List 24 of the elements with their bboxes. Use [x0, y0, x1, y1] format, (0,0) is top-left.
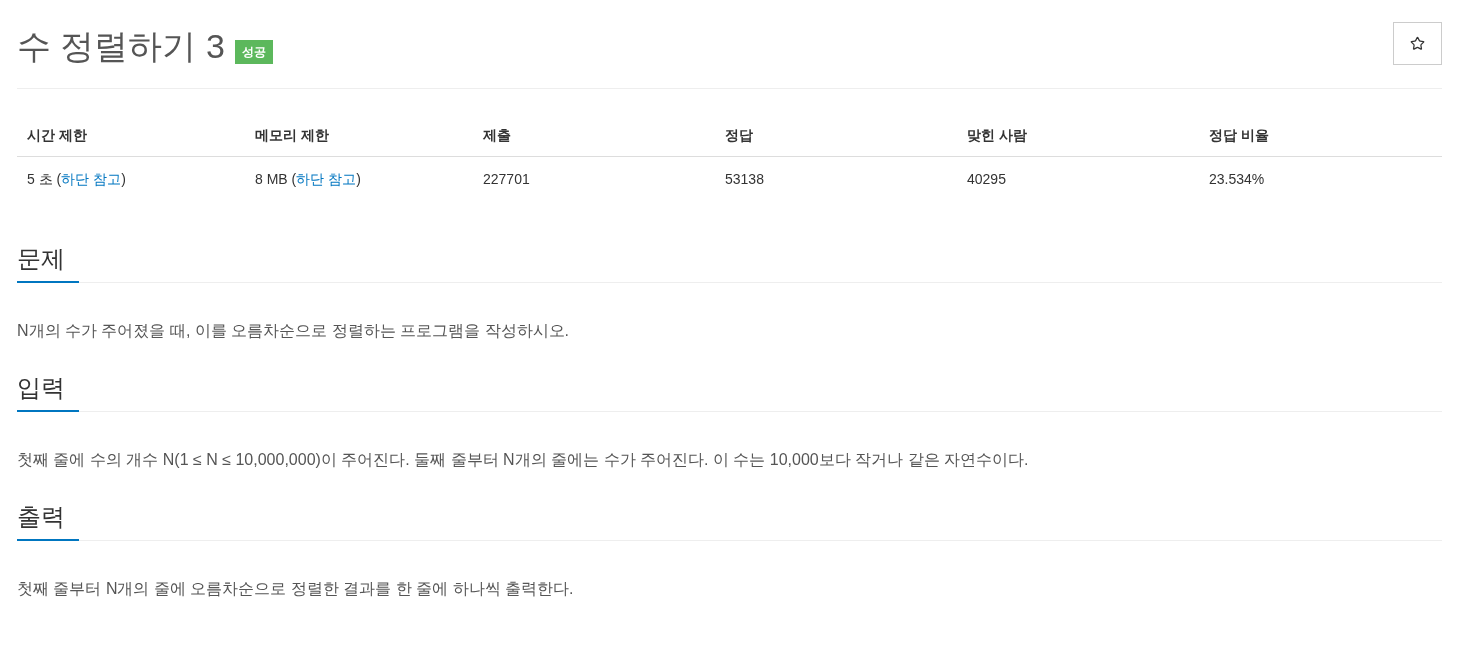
table-cell: 40295 — [957, 156, 1199, 202]
column-header: 제출 — [473, 115, 715, 157]
column-header: 메모리 제한 — [245, 115, 473, 157]
table-cell: 53138 — [715, 156, 957, 202]
problem-title: 수 정렬하기 3 — [17, 26, 225, 67]
section-heading: 문제 — [17, 242, 79, 283]
section-heading: 출력 — [17, 500, 79, 541]
reference-link[interactable]: 하단 참고 — [296, 171, 357, 187]
section-heading: 입력 — [17, 371, 79, 412]
star-icon — [1410, 36, 1425, 51]
status-badge: 성공 — [234, 40, 273, 64]
table-cell: 8 MB (하단 참고) — [245, 156, 473, 202]
column-header: 맞힌 사람 — [957, 115, 1199, 157]
table-cell: 227701 — [473, 156, 715, 202]
favorite-button[interactable] — [1393, 22, 1442, 65]
table-cell: 23.534% — [1199, 156, 1442, 202]
reference-link[interactable]: 하단 참고 — [61, 171, 122, 187]
column-header: 시간 제한 — [17, 115, 245, 157]
table-cell: 5 초 (하단 참고) — [17, 156, 245, 202]
section-text: 첫째 줄부터 N개의 줄에 오름차순으로 정렬한 결과를 한 줄에 하나씩 출력한다. — [17, 579, 575, 599]
section-text: 첫째 줄에 수의 개수 N(1 ≤ N ≤ 10,000,000)이 주어진다. 둘째 줄부터 N개의 줄에는 수가 주어진다. 이 수는 10,000보다 작거나 같은 자연수이다. — [17, 450, 1030, 470]
column-header: 정답 — [715, 115, 957, 157]
section-text: N개의 수가 주어졌을 때, 이를 오름차순으로 정렬하는 프로그램을 작성하시오. — [17, 321, 570, 341]
column-header: 정답 비율 — [1199, 115, 1442, 157]
